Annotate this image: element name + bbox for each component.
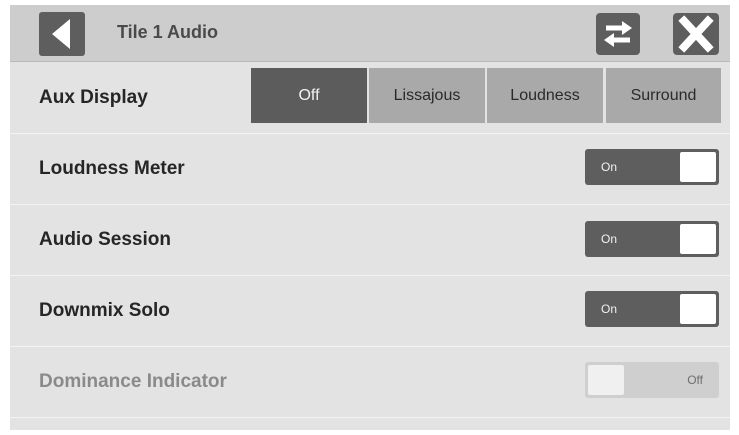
aux-option-off[interactable]: Off	[251, 68, 367, 123]
audio-settings-panel: Tile 1 Audio Aux Display Off Lissajous L…	[10, 5, 730, 430]
toggle-state-label: On	[601, 160, 618, 174]
toggle-knob	[588, 365, 624, 395]
dominance-indicator-toggle: Off	[585, 362, 719, 398]
toggle-state-label: Off	[687, 373, 703, 387]
aux-option-surround[interactable]: Surround	[606, 68, 721, 123]
loudness-meter-row: Loudness Meter On	[10, 134, 730, 205]
close-button[interactable]	[673, 13, 719, 55]
loudness-meter-label: Loudness Meter	[39, 158, 185, 179]
audio-session-label: Audio Session	[39, 229, 171, 250]
audio-session-row: Audio Session On	[10, 205, 730, 276]
downmix-solo-label: Downmix Solo	[39, 300, 170, 321]
aux-display-label: Aux Display	[39, 87, 148, 108]
toggle-knob	[680, 294, 716, 324]
loudness-meter-toggle[interactable]: On	[585, 149, 719, 185]
dominance-indicator-label: Dominance Indicator	[39, 371, 227, 392]
downmix-solo-toggle[interactable]: On	[585, 291, 719, 327]
close-x-icon	[678, 15, 714, 53]
swap-button[interactable]	[596, 13, 640, 55]
toggle-state-label: On	[601, 302, 618, 316]
toggle-knob	[680, 224, 716, 254]
audio-session-toggle[interactable]: On	[585, 221, 719, 257]
aux-option-lissajous[interactable]: Lissajous	[369, 68, 485, 123]
swap-arrows-icon	[604, 21, 632, 47]
toggle-knob	[680, 152, 716, 182]
page-title: Tile 1 Audio	[117, 22, 219, 42]
aux-display-row: Aux Display Off Lissajous Loudness Surro…	[10, 63, 730, 134]
back-arrow-icon	[52, 19, 70, 49]
title-bar: Tile 1 Audio	[10, 5, 730, 62]
toggle-state-label: On	[601, 232, 618, 246]
downmix-solo-row: Downmix Solo On	[10, 276, 730, 347]
back-button[interactable]	[39, 12, 85, 56]
dominance-indicator-row: Dominance Indicator Off	[10, 347, 730, 418]
aux-option-loudness[interactable]: Loudness	[487, 68, 603, 123]
